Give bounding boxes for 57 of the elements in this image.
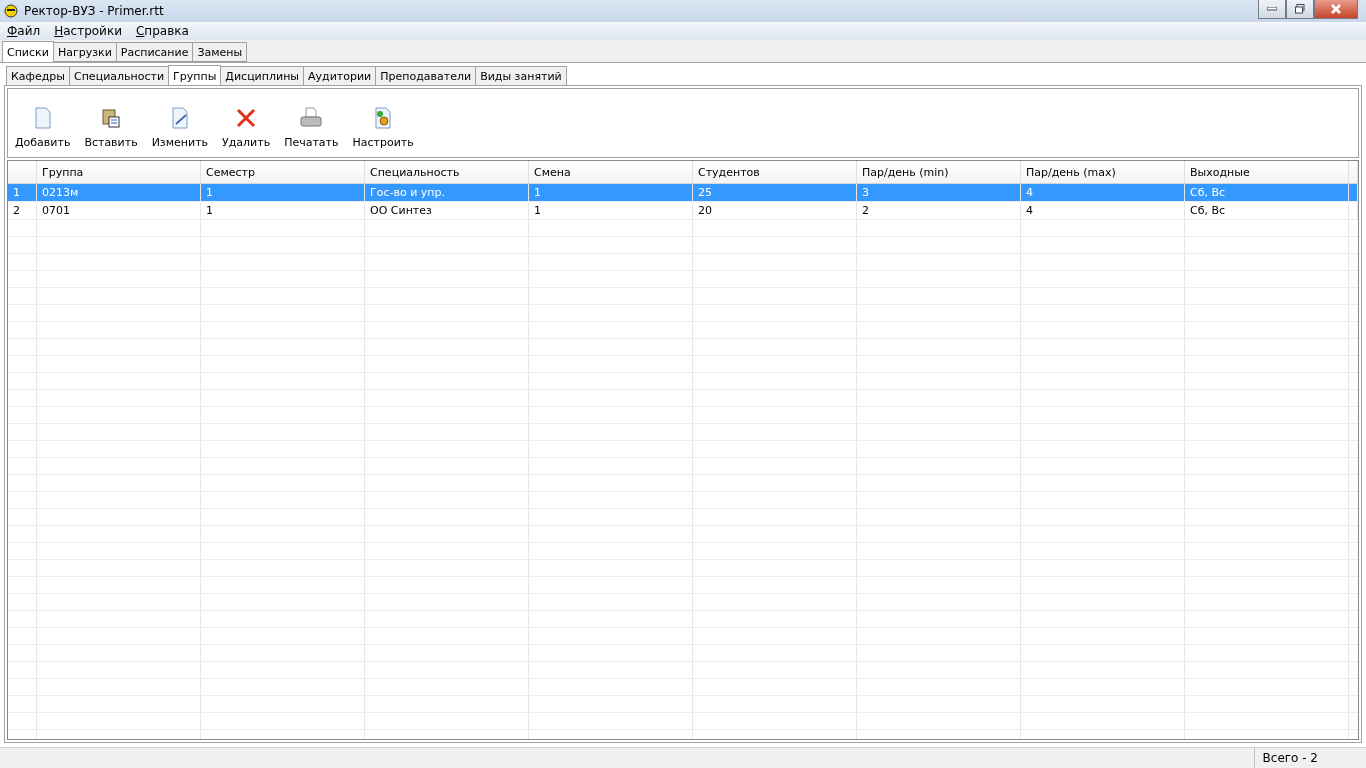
tab[interactable]: Аудитории	[303, 66, 377, 86]
close-icon	[1330, 4, 1342, 14]
minimize-button[interactable]	[1258, 0, 1286, 19]
table-cell: 1	[201, 202, 365, 219]
minimize-icon	[1267, 7, 1277, 11]
column-header[interactable]: Группа	[37, 161, 201, 183]
table-cell: ОО Синтез	[365, 202, 529, 219]
table-cell: 3	[857, 184, 1021, 201]
toolbar-button[interactable]: Настроить	[347, 106, 419, 149]
table-cell: 4	[1021, 202, 1185, 219]
table-cell: Гос-во и упр.	[365, 184, 529, 201]
table-cell: 4	[1021, 184, 1185, 201]
tab[interactable]: Расписание	[115, 42, 194, 62]
column-header[interactable]: Семестр	[201, 161, 365, 183]
table-cell: 1	[529, 202, 693, 219]
menu-item[interactable]: Настройки	[54, 24, 122, 38]
restore-icon	[1295, 4, 1305, 14]
printer-icon	[299, 106, 324, 130]
table-cell: 1	[529, 184, 693, 201]
tab[interactable]: Дисциплины	[220, 66, 305, 86]
column-header[interactable]: Пар/день (max)	[1021, 161, 1185, 183]
row-number: 2	[8, 202, 37, 219]
app-icon	[4, 4, 18, 18]
toolbar-button[interactable]: Печатать	[279, 106, 344, 149]
column-header[interactable]: Выходные	[1185, 161, 1349, 183]
toolbar-button[interactable]: Вставить	[79, 106, 143, 149]
toolbar-button[interactable]: Изменить	[146, 106, 213, 149]
table-cell: 2	[857, 202, 1021, 219]
toolbar-button[interactable]: Удалить	[217, 106, 276, 149]
row-number: 1	[8, 184, 37, 201]
clipboard-icon	[99, 106, 123, 130]
tab[interactable]: Нагрузки	[52, 42, 117, 62]
table-cell: 20	[693, 202, 857, 219]
column-header[interactable]: Студентов	[693, 161, 857, 183]
column-header[interactable]: Пар/день (min)	[857, 161, 1021, 183]
table-cell: 1	[201, 184, 365, 201]
toolbar-button[interactable]: Добавить	[10, 106, 76, 149]
table-cell: Сб, Вс	[1185, 184, 1349, 201]
table-row[interactable]: 2 0701 1 ОО Синтез 1 20 2 4 Сб, Вс	[8, 202, 1358, 220]
tab[interactable]: Замены	[192, 42, 248, 62]
tab[interactable]: Списки	[2, 41, 54, 62]
table-cell: 0213м	[37, 184, 201, 201]
tab[interactable]: Виды занятий	[475, 66, 567, 86]
table-cell: 25	[693, 184, 857, 201]
record-count: Всего - 2	[1253, 748, 1366, 768]
menu-item[interactable]: Справка	[135, 24, 189, 38]
close-button[interactable]	[1314, 0, 1358, 19]
tab[interactable]: Преподаватели	[375, 66, 477, 86]
column-header[interactable]: Смена	[529, 161, 693, 183]
window-title: Ректор-ВУЗ - Primer.rtt	[24, 4, 165, 18]
menu-item[interactable]: Файл	[7, 24, 41, 38]
tab[interactable]: Кафедры	[6, 66, 70, 86]
table-cell: Сб, Вс	[1185, 202, 1349, 219]
tab[interactable]: Специальности	[69, 66, 170, 86]
column-header[interactable]: Специальность	[365, 161, 529, 183]
restore-button[interactable]	[1286, 0, 1314, 19]
table-cell: 0701	[37, 202, 201, 219]
